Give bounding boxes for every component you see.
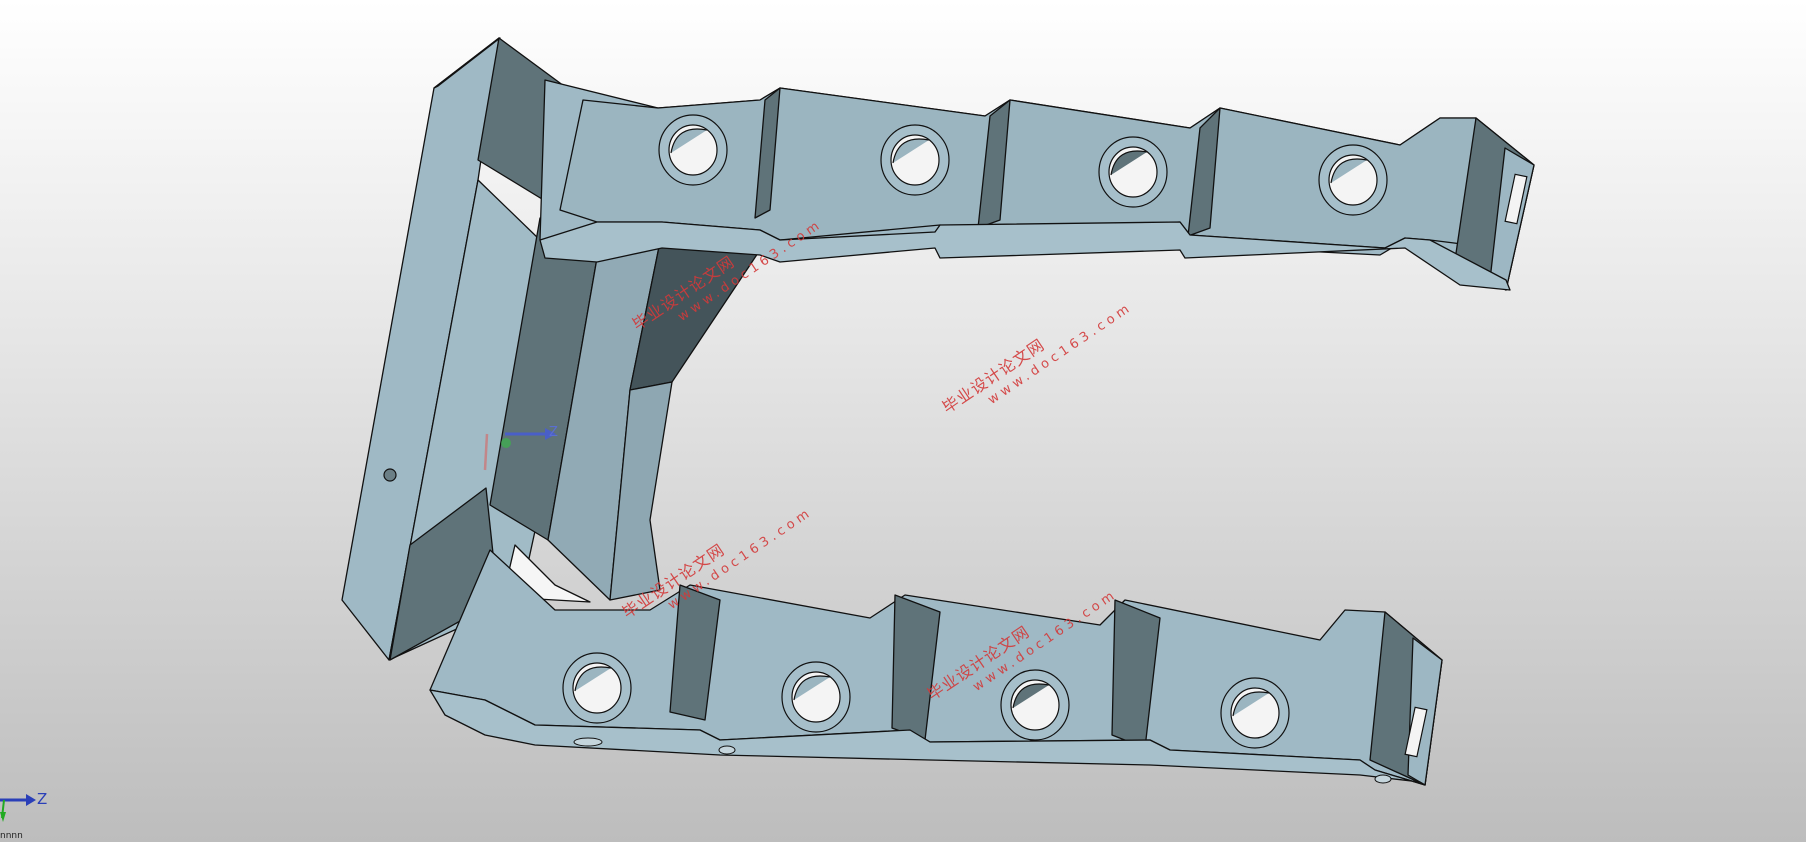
bottom-flange-slot-1 xyxy=(573,737,603,747)
flange-hole-bottom-1 xyxy=(562,652,632,724)
flange-hole-bottom-4 xyxy=(1220,677,1290,749)
flange-hole-bottom-2 xyxy=(781,661,851,733)
part-model[interactable] xyxy=(0,0,1806,842)
flange-hole-top-4 xyxy=(1318,144,1388,216)
bottom-flange-slot-2 xyxy=(718,745,736,755)
flange-hole-bottom-3 xyxy=(1000,669,1070,741)
left-face-small-hole xyxy=(383,468,397,482)
view-triad[interactable]: Z nnnn xyxy=(0,784,60,842)
bottom-flange-slot-3 xyxy=(1374,774,1392,784)
flange-hole-top-1 xyxy=(658,114,728,186)
flange-hole-top-3 xyxy=(1098,136,1168,208)
triad-sub-label: nnnn xyxy=(0,831,23,841)
origin-z-label: Z xyxy=(549,425,558,440)
cad-3d-viewport[interactable]: 毕业设计论文网 www.doc163.com 毕业设计论文网 www.doc16… xyxy=(0,0,1806,842)
flange-hole-top-2 xyxy=(880,124,950,196)
triad-z-label: Z xyxy=(37,790,48,808)
